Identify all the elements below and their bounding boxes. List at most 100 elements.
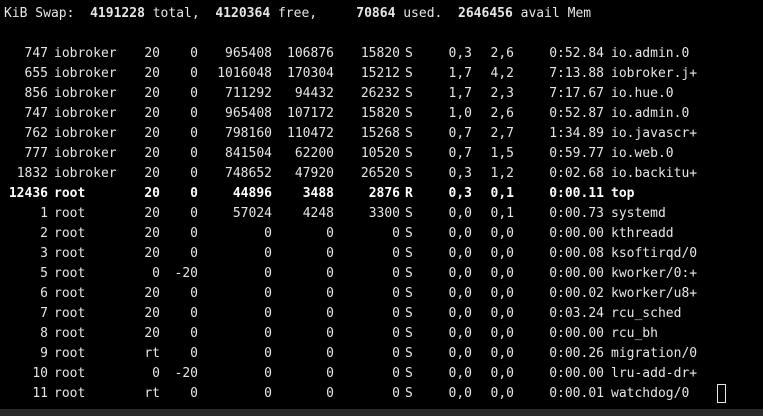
process-row: 1832 iobroker 20 0 748652 47920 26520 S 0,3 1,2 0:… [0, 164, 763, 184]
process-time-cell: 0:00.00 [549, 226, 604, 241]
process-s-cell: S [405, 206, 413, 221]
process-command-cell: rcu_sched [611, 306, 682, 321]
process-s-cell: S [405, 326, 413, 341]
process-res-cell: 106876 [287, 46, 334, 61]
process-ni-cell: 0 [190, 306, 198, 321]
process-cpu-cell: 0,0 [448, 386, 472, 401]
process-time-cell: 0:00.08 [549, 246, 604, 261]
process-res-cell: 0 [326, 326, 334, 341]
process-mem-cell: 4,2 [490, 66, 514, 81]
process-pid-cell: 1 [40, 206, 48, 221]
process-pid-cell: 1832 [16, 166, 48, 181]
process-shr-cell: 0 [392, 326, 400, 341]
process-command-cell: io.web.0 [611, 146, 674, 161]
process-time-cell: 0:00.73 [549, 206, 604, 221]
process-ni-cell: 0 [190, 146, 198, 161]
process-ni-cell: 0 [190, 106, 198, 121]
process-s-cell: S [405, 86, 413, 101]
process-command-cell: io.admin.0 [611, 106, 690, 121]
process-pr-cell: 0 [152, 366, 160, 381]
process-mem-cell: 0,0 [490, 226, 514, 241]
process-user-cell: root [54, 326, 86, 341]
process-mem-cell: 0,0 [490, 326, 514, 341]
process-ni-cell: -20 [174, 266, 198, 281]
process-virt-cell: 0 [264, 226, 272, 241]
process-row: 7 root 20 0 0 0 0 S 0,0 0,0 0:03.24 rcu_sched [0, 304, 763, 324]
process-s-cell: S [405, 126, 413, 141]
process-virt-cell: 0 [264, 266, 272, 281]
process-row: 11 root rt 0 0 0 0 S 0,0 0,0 0:00.01 watchdog/0 [0, 384, 763, 404]
swap-total-label: total, [152, 6, 200, 21]
process-row: 5 root 0 -20 0 0 0 S 0,0 0,0 0:00.00 kworker/0:+ [0, 264, 763, 284]
process-ni-cell: 0 [190, 86, 198, 101]
process-ni-cell: 0 [190, 66, 198, 81]
process-ni-cell: 0 [190, 226, 198, 241]
process-command-cell: top [611, 186, 635, 201]
process-s-cell: S [405, 266, 413, 281]
text-cursor [717, 384, 726, 403]
process-shr-cell: 15820 [360, 106, 400, 121]
process-shr-cell: 2876 [368, 186, 400, 201]
process-shr-cell: 0 [392, 346, 400, 361]
process-mem-cell: 0,0 [490, 246, 514, 261]
process-ni-cell: 0 [190, 326, 198, 341]
process-virt-cell: 965408 [225, 106, 272, 121]
process-ni-cell: 0 [190, 286, 198, 301]
process-user-cell: root [54, 286, 86, 301]
process-pid-cell: 10 [32, 366, 48, 381]
process-pr-cell: 20 [144, 306, 160, 321]
process-cpu-cell: 0,0 [448, 206, 472, 221]
process-s-cell: S [405, 226, 413, 241]
process-command-cell: io.hue.0 [611, 86, 674, 101]
process-command-cell: kworker/0:+ [611, 266, 698, 281]
process-time-cell: 0:52.84 [549, 46, 604, 61]
process-res-cell: 0 [326, 346, 334, 361]
swap-label: KiB Swap: [4, 6, 75, 21]
process-user-cell: root [54, 186, 86, 201]
process-cpu-cell: 0,0 [448, 366, 472, 381]
process-user-cell: iobroker [54, 146, 117, 161]
process-pr-cell: 20 [144, 126, 160, 141]
process-time-cell: 0:00.00 [549, 326, 604, 341]
process-mem-cell: 0,0 [490, 346, 514, 361]
process-user-cell: iobroker [54, 166, 117, 181]
process-mem-cell: 0,0 [490, 286, 514, 301]
process-shr-cell: 26232 [360, 86, 400, 101]
process-command-cell: kthreadd [611, 226, 674, 241]
process-s-cell: R [405, 186, 413, 201]
process-time-cell: 7:13.88 [549, 66, 604, 81]
process-virt-cell: 1016048 [217, 66, 272, 81]
process-pr-cell: 20 [144, 186, 160, 201]
process-pr-cell: 20 [144, 86, 160, 101]
process-cpu-cell: 0,0 [448, 306, 472, 321]
process-s-cell: S [405, 146, 413, 161]
process-cpu-cell: 1,7 [448, 66, 472, 81]
process-pid-cell: 747 [24, 106, 48, 121]
process-virt-cell: 748652 [225, 166, 272, 181]
process-command-cell: migration/0 [611, 346, 698, 361]
process-pid-cell: 7 [40, 306, 48, 321]
process-pid-cell: 11 [32, 386, 48, 401]
process-command-cell: systemd [611, 206, 666, 221]
process-res-cell: 3488 [302, 186, 334, 201]
process-cpu-cell: 0,3 [448, 166, 472, 181]
process-user-cell: root [54, 266, 86, 281]
process-res-cell: 107172 [287, 106, 334, 121]
swap-free-value: 4120364 [215, 6, 271, 21]
process-user-cell: root [54, 346, 86, 361]
process-cpu-cell: 0,0 [448, 246, 472, 261]
process-shr-cell: 0 [392, 366, 400, 381]
process-shr-cell: 0 [392, 386, 400, 401]
process-virt-cell: 965408 [225, 46, 272, 61]
process-ni-cell: 0 [190, 206, 198, 221]
process-user-cell: root [54, 386, 86, 401]
swap-total-value: 4191228 [90, 6, 145, 21]
process-res-cell: 4248 [302, 206, 334, 221]
process-pr-cell: 20 [144, 146, 160, 161]
process-cpu-cell: 0,3 [448, 186, 472, 201]
process-row: 1 root 20 0 57024 4248 3300 S 0,0 0,1 0:00.73 syste… [0, 204, 763, 224]
process-pr-cell: 20 [144, 286, 160, 301]
terminal-window[interactable]: KiB Swap: 4191228 total, 4120364 free, 7… [0, 0, 763, 416]
process-mem-cell: 2,6 [490, 106, 514, 121]
process-s-cell: S [405, 166, 413, 181]
